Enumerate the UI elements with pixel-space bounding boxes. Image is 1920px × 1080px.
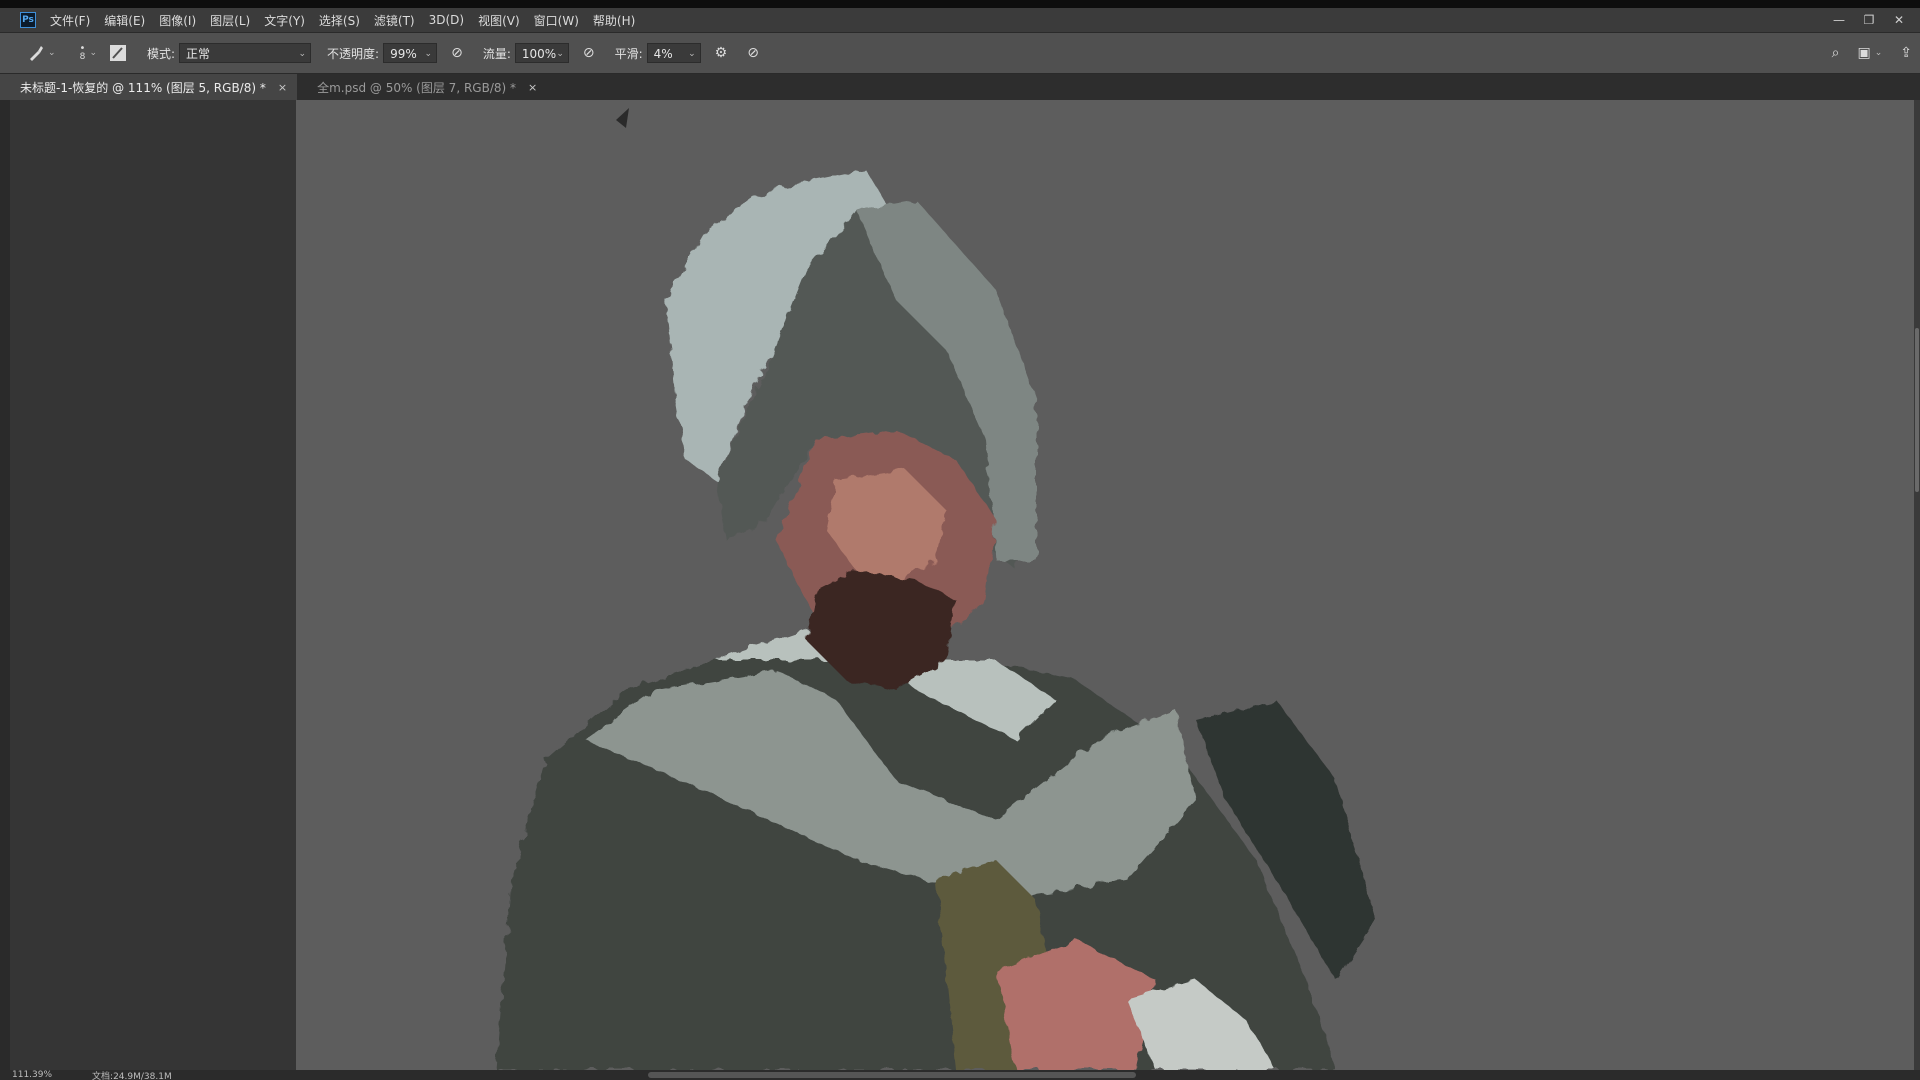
document-size[interactable]: 文档:24.9M/38.1M xyxy=(92,1070,172,1080)
flow-input[interactable]: 100% ⌄ xyxy=(514,43,569,63)
horizontal-scroll-thumb[interactable] xyxy=(648,1072,1136,1078)
mode-select[interactable]: 正常 ⌄ xyxy=(179,43,312,63)
menu-edit[interactable]: 编辑(E) xyxy=(104,12,145,29)
pasteboard-left xyxy=(0,100,296,1070)
menu-select[interactable]: 选择(S) xyxy=(319,12,360,29)
airbrush-icon[interactable]: ⊘ xyxy=(583,45,595,61)
smoothing-label: 平滑: xyxy=(614,46,643,61)
zoom-level[interactable]: 111.39% xyxy=(12,1070,52,1080)
brush-size-picker[interactable]: • 8 xyxy=(80,44,86,62)
chevron-down-icon: ⌄ xyxy=(48,48,56,58)
flow-label: 流量: xyxy=(482,46,511,61)
chevron-down-icon: ⌄ xyxy=(688,49,696,59)
chevron-down-icon[interactable]: ⌄ xyxy=(1875,48,1883,58)
menu-image[interactable]: 图像(I) xyxy=(159,12,196,29)
menu-file[interactable]: 文件(F) xyxy=(50,12,90,29)
brush-icon xyxy=(30,46,43,61)
search-icon[interactable]: ⌕ xyxy=(1832,45,1840,61)
smoothing-value: 4% xyxy=(653,47,673,61)
mode-value: 正常 xyxy=(186,47,211,61)
left-edge xyxy=(0,100,10,1070)
vertical-scrollbar[interactable] xyxy=(1914,100,1920,1070)
title-strip xyxy=(0,0,1920,8)
minimize-icon[interactable]: — xyxy=(1824,9,1854,31)
close-icon[interactable]: × xyxy=(528,81,537,94)
menu-filter[interactable]: 滤镜(T) xyxy=(374,12,415,29)
tab-label: 未标题-1-恢复的 @ 111% (图层 5, RGB/8) * xyxy=(20,80,266,95)
chevron-down-icon: ⌄ xyxy=(424,49,433,59)
pressure-opacity-icon[interactable]: ⊘ xyxy=(451,45,463,61)
tool-preset-picker[interactable]: ⌄ xyxy=(28,45,56,61)
smoothing-input[interactable]: 4% ⌄ xyxy=(646,43,701,63)
document-tabs: 未标题-1-恢复的 @ 111% (图层 5, RGB/8) * × 全m.ps… xyxy=(0,74,1920,100)
flow-value: 100% xyxy=(521,47,557,61)
brush-panel-toggle[interactable] xyxy=(109,44,127,62)
restore-icon[interactable]: ❐ xyxy=(1854,9,1884,31)
share-icon[interactable]: ⇪ xyxy=(1900,45,1912,61)
brush-size-value: 8 xyxy=(79,52,86,62)
opacity-input[interactable]: 99% ⌄ xyxy=(383,43,438,63)
options-bar: ⌄ • 8 ⌄ 模式: 正常 ⌄ 不透明度: 99% ⌄ ⊘ 流量: 100% … xyxy=(0,32,1920,74)
photoshop-logo[interactable]: Ps xyxy=(20,12,36,28)
chevron-down-icon: ⌄ xyxy=(556,49,564,59)
brush-settings-icon xyxy=(110,45,126,61)
window-controls: — ❐ ✕ xyxy=(1824,9,1914,31)
menu-help[interactable]: 帮助(H) xyxy=(593,12,635,29)
menu-layer[interactable]: 图层(L) xyxy=(210,12,250,29)
menu-view[interactable]: 视图(V) xyxy=(478,12,520,29)
mode-label: 模式: xyxy=(147,46,176,61)
close-icon[interactable]: × xyxy=(278,81,287,94)
tab-document-2[interactable]: 全m.psd @ 50% (图层 7, RGB/8) * × xyxy=(297,74,548,100)
tab-document-1[interactable]: 未标题-1-恢复的 @ 111% (图层 5, RGB/8) * × xyxy=(0,74,298,100)
menu-bar: Ps 文件(F) 编辑(E) 图像(I) 图层(L) 文字(Y) 选择(S) 滤… xyxy=(0,8,1920,32)
gear-icon[interactable]: ⚙ xyxy=(715,45,728,61)
menu-type[interactable]: 文字(Y) xyxy=(264,12,305,29)
tab-label: 全m.psd @ 50% (图层 7, RGB/8) * xyxy=(317,80,516,95)
menu-3d[interactable]: 3D(D) xyxy=(429,13,464,27)
workspace-icon[interactable]: ▣ xyxy=(1857,45,1870,61)
vertical-scroll-thumb[interactable] xyxy=(1915,328,1919,492)
painting-warrior xyxy=(496,108,1376,1070)
menu-window[interactable]: 窗口(W) xyxy=(534,12,579,29)
pressure-size-icon[interactable]: ⊘ xyxy=(747,45,759,61)
chevron-down-icon[interactable]: ⌄ xyxy=(89,48,97,58)
opacity-label: 不透明度: xyxy=(327,46,380,61)
canvas[interactable] xyxy=(296,100,1914,1070)
chevron-down-icon: ⌄ xyxy=(298,49,307,59)
opacity-value: 99% xyxy=(390,47,417,61)
close-window-icon[interactable]: ✕ xyxy=(1884,9,1914,31)
